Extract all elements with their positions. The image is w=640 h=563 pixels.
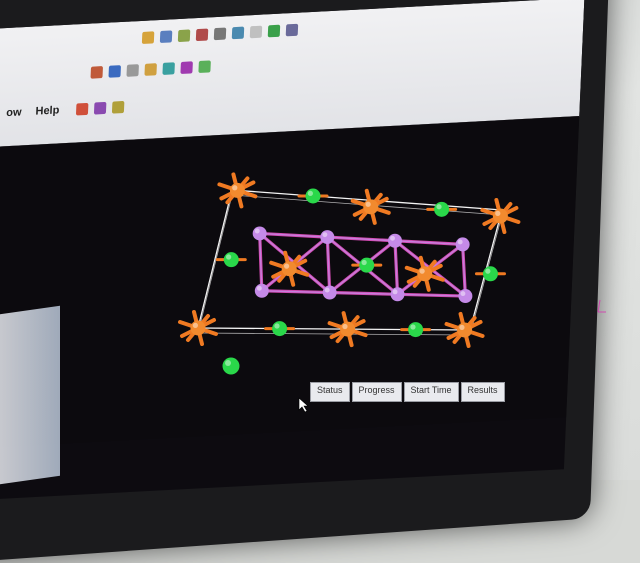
metal-atom-highlight: [256, 285, 262, 291]
anion-atom-highlight: [192, 322, 198, 328]
unit-cell-outline: [197, 189, 503, 336]
anion-atom: [281, 261, 297, 277]
anion-atom: [190, 320, 206, 336]
status-column[interactable]: Status: [310, 382, 350, 402]
anion-atom: [457, 322, 473, 338]
metal-atom: [320, 230, 335, 245]
metal-atom: [387, 233, 402, 248]
cation-atom: [408, 322, 424, 338]
cation-atom-highlight: [274, 323, 280, 329]
metal-atom: [458, 289, 473, 304]
status-bar: Status Progress Start Time Results: [310, 382, 640, 402]
anion-atom: [229, 182, 245, 198]
window-glare: [0, 305, 60, 485]
metal-atom-highlight: [392, 289, 398, 295]
anion-atom-highlight: [495, 210, 501, 216]
axis-indicator: [597, 299, 606, 313]
anion-atom: [340, 321, 356, 337]
metal-atom: [455, 237, 470, 252]
cation-atom: [482, 266, 498, 282]
anion-atom-highlight: [283, 263, 290, 269]
start-time-column[interactable]: Start Time: [403, 382, 459, 402]
cation-atom-highlight: [226, 254, 232, 260]
mouse-cursor: [298, 397, 309, 413]
anion-atom-highlight: [232, 185, 238, 191]
metal-atom-highlight: [457, 239, 463, 245]
anion-atom-highlight: [342, 323, 348, 330]
metal-atom-highlight: [254, 228, 260, 234]
anion-atom: [492, 208, 508, 224]
cation-atom-highlight: [361, 259, 367, 266]
metal-atom-highlight: [322, 232, 328, 238]
crystal-structure-view[interactable]: [0, 0, 640, 480]
metal-atom-highlight: [324, 287, 330, 293]
metal-atom-highlight: [460, 291, 466, 297]
cation-atom-highlight: [436, 204, 442, 210]
cation-atom: [223, 252, 239, 268]
cation-atom-highlight: [307, 190, 313, 196]
anion-atom-highlight: [419, 268, 425, 274]
metal-atom: [390, 287, 405, 302]
metal-atom-highlight: [390, 235, 395, 241]
anion-atom-highlight: [365, 201, 371, 207]
metal-atom: [252, 226, 267, 241]
metal-atom: [254, 283, 269, 298]
cation-atom: [222, 357, 240, 375]
cation-atom: [305, 188, 321, 204]
anion-atom: [363, 199, 379, 215]
anion-atom: [417, 266, 433, 282]
results-column[interactable]: Results: [460, 382, 505, 402]
cation-atom: [434, 201, 450, 217]
cation-atom: [359, 257, 375, 273]
cation-atom-highlight: [485, 268, 491, 274]
progress-column[interactable]: Progress: [351, 382, 402, 402]
cation-atom: [272, 321, 288, 337]
cation-atom-highlight: [225, 360, 231, 366]
cation-atom-highlight: [410, 324, 416, 330]
metal-atom: [322, 285, 337, 300]
anion-atom-highlight: [459, 324, 465, 330]
